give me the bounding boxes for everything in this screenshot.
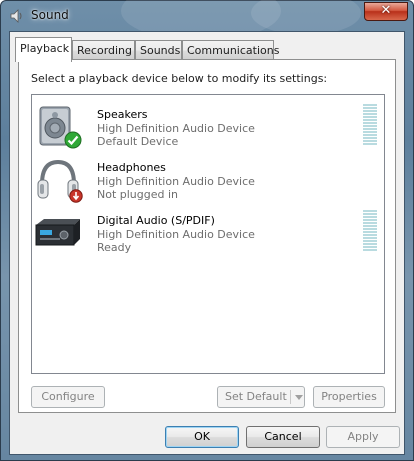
window-title: Sound xyxy=(31,8,69,22)
cancel-button[interactable]: Cancel xyxy=(246,426,320,448)
close-icon: ✕ xyxy=(380,3,392,18)
tab-sounds[interactable]: Sounds xyxy=(135,40,182,60)
device-name: Digital Audio (S/PDIF) xyxy=(97,214,215,227)
tab-playback[interactable]: Playback xyxy=(15,37,72,62)
digital-audio-receiver-icon xyxy=(34,209,82,257)
ok-button[interactable]: OK xyxy=(165,426,239,448)
split-separator xyxy=(290,390,291,404)
tab-communications[interactable]: Communications xyxy=(182,40,279,60)
list-item-headphones[interactable]: Headphones High Definition Audio Device … xyxy=(32,154,384,206)
instruction-text: Select a playback device below to modify… xyxy=(31,72,328,85)
chevron-down-icon[interactable] xyxy=(295,395,303,400)
set-default-split-button[interactable]: Set Default xyxy=(217,386,305,408)
unplugged-arrow-icon xyxy=(69,189,83,203)
apply-button[interactable]: Apply xyxy=(326,426,400,448)
list-item-speakers[interactable]: Speakers High Definition Audio Device De… xyxy=(32,101,384,153)
device-description: High Definition Audio Device xyxy=(97,175,255,188)
device-description: High Definition Audio Device xyxy=(97,228,255,241)
device-name: Headphones xyxy=(97,161,166,174)
set-default-label: Set Default xyxy=(225,390,287,403)
dialog-client-area: Playback Recording Sounds Communications… xyxy=(9,31,405,455)
device-name: Speakers xyxy=(97,108,148,121)
device-status: Default Device xyxy=(97,135,179,148)
default-check-icon xyxy=(64,131,82,149)
speaker-icon xyxy=(34,103,82,151)
close-button[interactable]: ✕ xyxy=(364,2,408,21)
sound-dialog-window: Sound ✕ Playback Recording Sounds Commun… xyxy=(0,0,414,461)
device-description: High Definition Audio Device xyxy=(97,122,255,135)
headphones-icon xyxy=(34,156,83,204)
properties-button[interactable]: Properties xyxy=(313,386,385,408)
list-item-digital-audio[interactable]: Digital Audio (S/PDIF) High Definition A… xyxy=(32,207,384,259)
tab-recording[interactable]: Recording xyxy=(72,40,135,60)
sound-app-icon xyxy=(9,8,25,24)
device-status: Not plugged in xyxy=(97,188,179,201)
configure-button[interactable]: Configure xyxy=(31,386,105,408)
volume-meter xyxy=(363,104,377,145)
device-status: Ready xyxy=(97,241,132,254)
playback-device-list[interactable]: Speakers High Definition Audio Device De… xyxy=(31,94,385,374)
playback-tab-panel: Select a playback device below to modify… xyxy=(18,59,396,413)
title-bar[interactable]: Sound ✕ xyxy=(1,1,413,31)
volume-meter xyxy=(363,210,377,251)
